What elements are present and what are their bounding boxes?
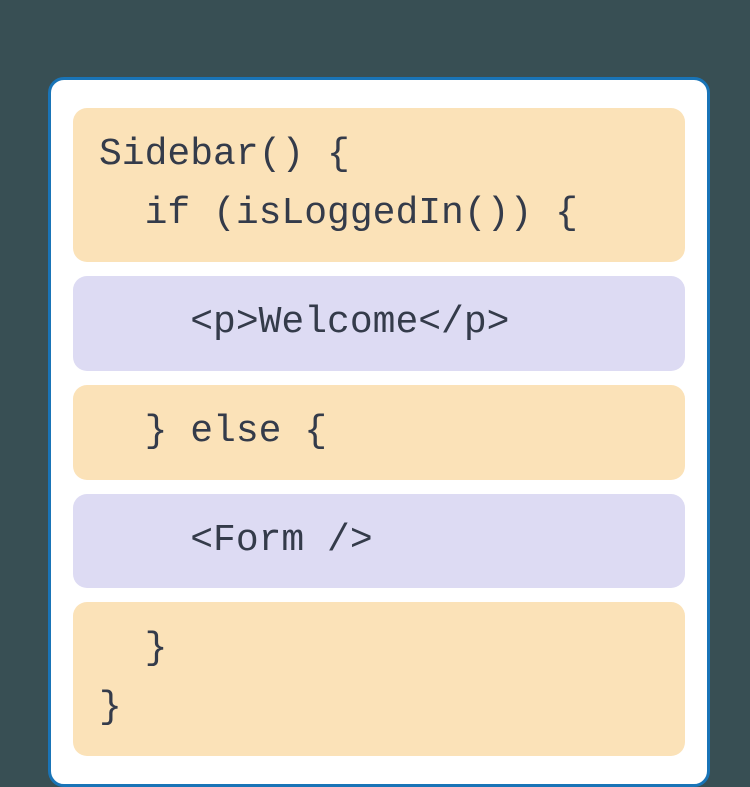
code-block-jsx: <p>Welcome</p>	[73, 276, 685, 371]
code-card: Sidebar() { if (isLoggedIn()) { <p>Welco…	[48, 77, 710, 787]
code-block-js: Sidebar() { if (isLoggedIn()) {	[73, 108, 685, 262]
code-block-jsx: <Form />	[73, 494, 685, 589]
code-block-js: } }	[73, 602, 685, 756]
code-block-js: } else {	[73, 385, 685, 480]
